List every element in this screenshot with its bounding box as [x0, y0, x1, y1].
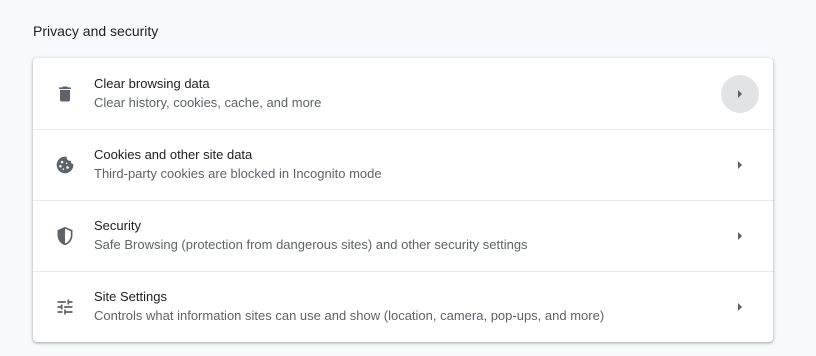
arrow-right-icon	[738, 161, 742, 169]
row-sublabel: Safe Browsing (protection from dangerous…	[94, 237, 528, 252]
row-texts: Site Settings Controls what information …	[94, 288, 604, 326]
row-label: Clear browsing data	[94, 75, 210, 91]
row-texts: Clear browsing data Clear history, cooki…	[94, 75, 321, 113]
trash-icon	[55, 84, 75, 104]
settings-page: Privacy and security Clear browsing data…	[0, 0, 816, 356]
arrow-right-button[interactable]	[721, 146, 759, 184]
row-label: Site Settings	[94, 289, 167, 304]
privacy-security-card: Clear browsing data Clear history, cooki…	[33, 58, 773, 342]
row-clear-browsing-data[interactable]: Clear browsing data Clear history, cooki…	[33, 58, 773, 129]
shield-icon	[55, 226, 75, 246]
row-security[interactable]: Security Safe Browsing (protection from …	[33, 200, 773, 271]
arrow-right-button[interactable]	[721, 288, 759, 326]
row-sublabel: Controls what information sites can use …	[94, 308, 605, 323]
arrow-right-icon	[738, 303, 742, 311]
arrow-right-icon	[738, 89, 742, 98]
section-title: Privacy and security	[33, 23, 159, 39]
arrow-right-icon	[738, 232, 742, 240]
row-texts: Security Safe Browsing (protection from …	[94, 217, 528, 255]
cookie-icon	[55, 155, 75, 175]
row-site-settings[interactable]: Site Settings Controls what information …	[33, 271, 773, 342]
row-label: Cookies and other site data	[94, 147, 253, 162]
row-cookies[interactable]: Cookies and other site data Third-party …	[33, 129, 773, 200]
row-sublabel: Third-party cookies are blocked in Incog…	[94, 166, 382, 181]
arrow-right-button[interactable]	[721, 74, 759, 113]
arrow-right-button[interactable]	[721, 217, 759, 255]
tune-sliders-icon	[55, 297, 75, 317]
row-sublabel: Clear history, cookies, cache, and more	[94, 94, 322, 110]
row-texts: Cookies and other site data Third-party …	[94, 146, 382, 184]
row-label: Security	[94, 218, 141, 233]
